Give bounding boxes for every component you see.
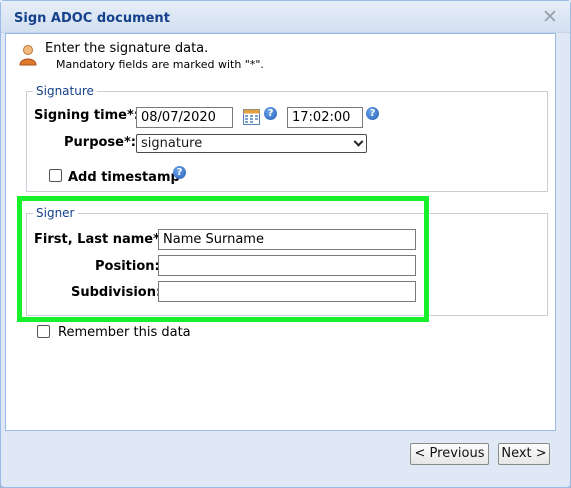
user-icon <box>19 45 37 66</box>
time-help-icon[interactable]: ? <box>366 107 379 120</box>
timestamp-help-icon[interactable]: ? <box>173 166 186 179</box>
purpose-label: Purpose*: <box>64 135 136 150</box>
signer-highlight-box <box>17 196 429 322</box>
signing-date-input[interactable]: 08/07/2020 <box>136 107 233 128</box>
info-text: Enter the signature data. <box>45 41 209 56</box>
remember-label[interactable]: Remember this data <box>58 325 191 340</box>
date-help-icon[interactable]: ? <box>264 107 277 120</box>
mandatory-note: Mandatory fields are marked with "*". <box>56 58 264 71</box>
remember-checkbox[interactable] <box>37 325 50 338</box>
dialog-titlebar: Sign ADOC document ✕ <box>1 1 570 33</box>
add-timestamp-checkbox[interactable] <box>49 169 62 182</box>
calendar-icon[interactable] <box>243 108 260 125</box>
add-timestamp-label[interactable]: Add timestamp <box>68 170 180 185</box>
signature-legend: Signature <box>36 84 94 98</box>
chevron-down-icon <box>353 136 364 147</box>
close-icon[interactable]: ✕ <box>542 8 558 27</box>
previous-button[interactable]: < Previous <box>410 443 489 465</box>
sign-adoc-dialog: Sign ADOC document ✕ Enter the signature… <box>0 0 571 488</box>
next-button[interactable]: Next > <box>498 443 550 465</box>
signing-time-input[interactable]: 17:02:00 <box>287 107 363 128</box>
dialog-title: Sign ADOC document <box>14 11 170 26</box>
signing-time-label: Signing time*: <box>34 108 139 123</box>
purpose-selected-value: signature <box>141 136 203 151</box>
purpose-select[interactable]: signature <box>136 134 367 153</box>
